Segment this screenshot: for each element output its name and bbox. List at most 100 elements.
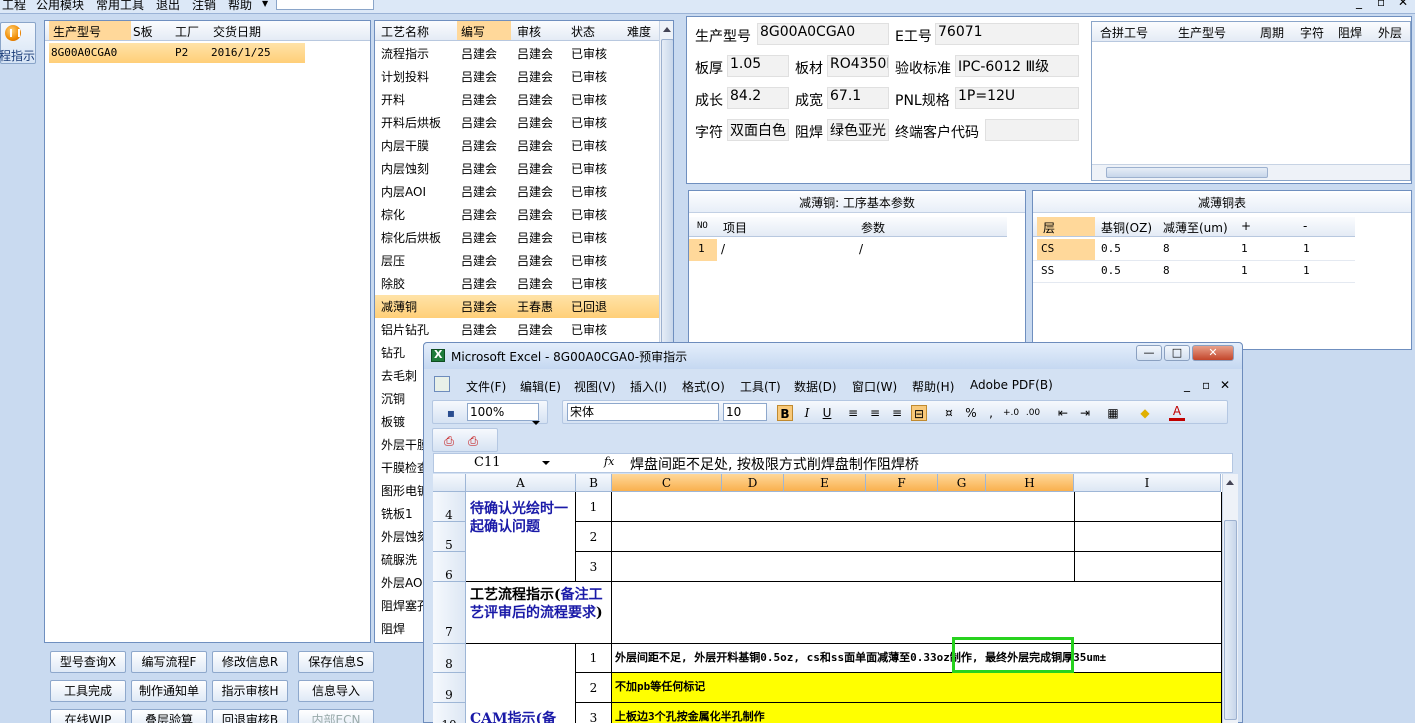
doc-minimize-icon[interactable]: _ xyxy=(1184,378,1190,392)
col-merge-char[interactable]: 字符 xyxy=(1300,24,1324,41)
cell-c9[interactable]: 不加pb等任何标记 xyxy=(612,673,1222,703)
menu-format[interactable]: 格式(O) xyxy=(682,378,725,395)
cell-c4[interactable] xyxy=(612,492,1075,522)
currency-icon[interactable]: ¤ xyxy=(941,405,957,421)
cell-c7[interactable] xyxy=(612,582,1222,644)
table-row[interactable]: 层压 吕建会 吕建会 已审核 xyxy=(375,249,659,272)
row-header[interactable]: 8 xyxy=(433,644,466,673)
col-merge-ework[interactable]: 合拼工号 xyxy=(1100,24,1148,41)
row-header[interactable]: 9 xyxy=(433,673,466,703)
column-header[interactable]: G xyxy=(938,474,986,492)
align-center-icon[interactable]: ≡ xyxy=(867,405,883,421)
col-model[interactable]: 生产型号 xyxy=(53,23,101,40)
excel-minimize-button[interactable]: — xyxy=(1136,345,1162,361)
excel-maximize-button[interactable]: □ xyxy=(1164,345,1190,361)
standard-field[interactable]: IPC-6012 Ⅲ级 xyxy=(955,55,1079,77)
action-button[interactable]: 保存信息S xyxy=(298,651,374,673)
menu-common-tools[interactable]: 常用工具 xyxy=(96,0,144,13)
col-layer[interactable]: 层 xyxy=(1043,219,1055,236)
col-process-name[interactable]: 工艺名称 xyxy=(381,23,429,40)
cell-i4[interactable] xyxy=(1075,492,1222,522)
menu-help[interactable]: 帮助 xyxy=(228,0,252,13)
col-merge-cycle[interactable]: 周期 xyxy=(1260,24,1284,41)
scroll-up-icon[interactable] xyxy=(1226,480,1234,485)
col-delivery-date[interactable]: 交货日期 xyxy=(213,23,261,40)
restore-icon[interactable]: ▫ xyxy=(1377,0,1385,9)
italic-button[interactable]: I xyxy=(799,405,815,421)
menu-insert[interactable]: 插入(I) xyxy=(630,378,667,395)
excel-close-button[interactable]: ✕ xyxy=(1192,345,1234,361)
excel-vertical-scrollbar[interactable] xyxy=(1222,474,1238,723)
column-header[interactable]: B xyxy=(576,474,612,492)
sheet-icon[interactable] xyxy=(434,376,450,392)
close-icon[interactable]: ✕ xyxy=(1398,0,1408,9)
col-plus[interactable]: + xyxy=(1241,219,1251,233)
action-button[interactable]: 在线WIP xyxy=(50,709,126,723)
column-header[interactable]: H xyxy=(986,474,1074,492)
merge-center-icon[interactable]: ⊟ xyxy=(911,405,927,421)
col-reviewer[interactable]: 审核 xyxy=(517,23,541,40)
col-difficulty[interactable]: 难度 xyxy=(627,23,651,40)
cell-c8[interactable]: 外层间距不足, 外层开料基铜0.5oz, cs和ss面单面减薄至0.33oz制作… xyxy=(612,644,1222,673)
action-button[interactable]: 修改信息R xyxy=(212,651,288,673)
font-color-icon[interactable]: A xyxy=(1169,405,1185,421)
col-no[interactable]: NO xyxy=(697,221,708,231)
menu-edit[interactable]: 编辑(E) xyxy=(520,378,561,395)
material-field[interactable]: RO4350B xyxy=(827,55,889,77)
toolbar-combo[interactable] xyxy=(276,0,374,10)
table-row[interactable]: CS 0.5 8 1 1 xyxy=(1033,239,1355,261)
scroll-up-icon[interactable] xyxy=(663,27,671,32)
select-all-corner[interactable] xyxy=(433,474,466,492)
fx-icon[interactable]: fx xyxy=(604,455,614,468)
menu-help[interactable]: 帮助(H) xyxy=(912,378,954,395)
action-button[interactable]: 工具完成 xyxy=(50,680,126,702)
cell-c6[interactable] xyxy=(612,552,1075,582)
doc-restore-icon[interactable]: ▫ xyxy=(1202,378,1210,392)
solder-mask-field[interactable]: 绿色亚光 xyxy=(827,119,889,141)
action-button[interactable]: 内部ECN xyxy=(298,709,374,723)
table-row[interactable]: 开料 吕建会 吕建会 已审核 xyxy=(375,88,659,111)
action-button[interactable]: 指示审核H xyxy=(212,680,288,702)
row-header[interactable]: 10 xyxy=(433,703,466,723)
decrease-indent-icon[interactable]: ⇤ xyxy=(1055,405,1071,421)
cell-c10[interactable]: 上板边3个孔按金属化半孔制作 xyxy=(612,703,1222,723)
table-row[interactable]: 铝片钻孔 吕建会 吕建会 已审核 xyxy=(375,318,659,341)
table-row[interactable]: 开料后烘板 吕建会 吕建会 已审核 xyxy=(375,111,659,134)
table-row[interactable]: 内层AOI 吕建会 吕建会 已审核 xyxy=(375,180,659,203)
col-merge-outer[interactable]: 外层 xyxy=(1378,24,1402,41)
minimize-icon[interactable]: _ xyxy=(1356,0,1362,9)
action-button[interactable]: 制作通知单 xyxy=(131,680,207,702)
borders-icon[interactable]: ▦ xyxy=(1105,405,1121,421)
cell-b6[interactable]: 3 xyxy=(576,552,612,582)
pdf-mail-icon[interactable]: ⎙ xyxy=(465,433,481,449)
column-header[interactable]: I xyxy=(1074,474,1221,492)
excel-title-bar[interactable]: Microsoft Excel - 8G00A0CGA0-预审指示 — □ ✕ xyxy=(424,343,1242,369)
doc-close-icon[interactable]: ✕ xyxy=(1220,378,1230,392)
silkscreen-field[interactable]: 双面白色 xyxy=(727,119,789,141)
underline-button[interactable]: U xyxy=(819,405,835,421)
cell-b10[interactable]: 3 xyxy=(576,703,612,723)
table-row[interactable]: 内层干膜 吕建会 吕建会 已审核 xyxy=(375,134,659,157)
model-field[interactable]: 8G00A0CGA0 xyxy=(757,23,889,45)
menu-window[interactable]: 窗口(W) xyxy=(852,378,897,395)
merge-grid-hscrollbar[interactable] xyxy=(1092,164,1410,180)
row-header[interactable]: 4 xyxy=(433,492,466,522)
table-row[interactable]: SS 0.5 8 1 1 xyxy=(1033,261,1355,283)
menu-project[interactable]: 工程 xyxy=(2,0,26,13)
zoom-dropdown-icon[interactable] xyxy=(532,421,540,425)
column-header[interactable]: D xyxy=(722,474,784,492)
action-button[interactable]: 信息导入 xyxy=(298,680,374,702)
menu-logout[interactable]: 注销 xyxy=(192,0,216,13)
font-combo[interactable]: 宋体 xyxy=(567,403,719,421)
menu-view[interactable]: 视图(V) xyxy=(574,378,616,395)
col-merge-model[interactable]: 生产型号 xyxy=(1178,24,1226,41)
save-icon[interactable]: ▪ xyxy=(443,405,459,421)
menu-data[interactable]: 数据(D) xyxy=(794,378,837,395)
column-header[interactable]: F xyxy=(866,474,938,492)
menu-common-modules[interactable]: 公用模块 xyxy=(36,0,84,13)
action-button[interactable]: 回退审核B xyxy=(212,709,288,723)
table-row[interactable]: 1 / / xyxy=(689,239,1007,261)
table-row[interactable]: 8G00A0CGA0 P2 2016/1/25 xyxy=(49,43,305,63)
worksheet[interactable]: ABCDEFGHI 4 5 6 7 8 9 10 待确认光绘时一起确认问题 1 … xyxy=(433,474,1222,723)
col-factory[interactable]: 工厂 xyxy=(175,23,199,40)
